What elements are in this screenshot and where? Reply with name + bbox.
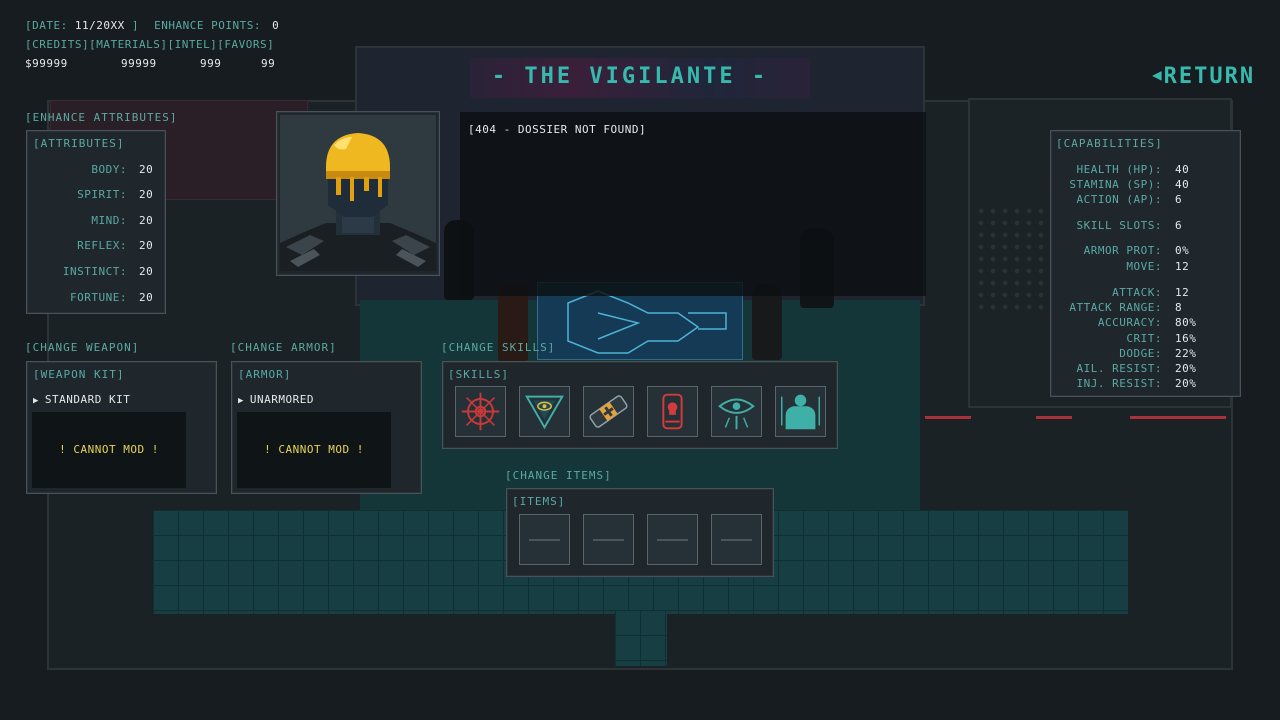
- weapon-selected: STANDARD KIT: [44, 393, 131, 406]
- capability-row: CRIT: 16%: [1126, 332, 1197, 345]
- skill-slot-3[interactable]: [583, 386, 634, 437]
- weapon-panel: [WEAPON KIT] ▶ STANDARD KIT ! CANNOT MOD …: [26, 361, 217, 494]
- attribute-row-instinct[interactable]: INSTINCT: 20: [27, 265, 165, 279]
- skill-slot-6[interactable]: [775, 386, 826, 437]
- attributes-panel-label: [ATTRIBUTES]: [33, 137, 125, 150]
- weapon-mod-box: ! CANNOT MOD !: [32, 412, 186, 488]
- capability-row: HEALTH (HP): 40: [1076, 163, 1190, 176]
- weapon-selector[interactable]: ▶ STANDARD KIT: [33, 393, 130, 406]
- skill-slot-2[interactable]: [519, 386, 570, 437]
- date-line: [DATE: 11/20XX ] ENHANCE POINTS: 0: [25, 19, 279, 32]
- change-weapon-label: [CHANGE WEAPON]: [25, 341, 140, 354]
- attribute-row-fortune[interactable]: FORTUNE: 20: [27, 291, 165, 305]
- capability-row: ACTION (AP): 6: [1076, 193, 1183, 206]
- intel-value: 999: [200, 57, 222, 70]
- capability-row: ATTACK RANGE: 8: [1069, 301, 1183, 314]
- capabilities-panel-label: [CAPABILITIES]: [1056, 137, 1163, 150]
- skill-slot-5[interactable]: [711, 386, 762, 437]
- item-slot-4[interactable]: [711, 514, 762, 565]
- weapon-mod-text: ! CANNOT MOD !: [59, 443, 159, 456]
- capability-row: STAMINA (SP): 40: [1069, 178, 1190, 191]
- items-panel: [ITEMS]: [506, 488, 774, 577]
- item-slot-2[interactable]: [583, 514, 634, 565]
- character-portrait: [276, 111, 440, 276]
- watching-eye-icon: [718, 398, 755, 430]
- capability-row: ARMOR PROT: 0%: [1083, 244, 1190, 257]
- resources-label: [CREDITS][MATERIALS][INTEL][FAVORS]: [25, 38, 275, 51]
- materials-value: 99999: [121, 57, 157, 70]
- attribute-row-mind[interactable]: MIND: 20: [27, 214, 165, 228]
- skull-capsule-icon: [662, 393, 683, 430]
- capability-row: SKILL SLOTS: 6: [1076, 219, 1183, 232]
- armor-selected: UNARMORED: [249, 393, 315, 406]
- skill-slot-1[interactable]: [455, 386, 506, 437]
- capability-row: INJ. RESIST: 20%: [1076, 377, 1197, 390]
- date-close: ]: [131, 19, 139, 32]
- red-light-right: [1130, 416, 1226, 419]
- character-title: - THE VIGILANTE -: [491, 64, 769, 89]
- armor-panel: [ARMOR] ▶ UNARMORED ! CANNOT MOD !: [231, 361, 422, 494]
- vigilante-portrait-icon: [280, 115, 436, 271]
- red-light-mid: [1036, 416, 1072, 419]
- enhance-points-value: 0: [272, 19, 280, 32]
- attributes-panel: [ATTRIBUTES] BODY: 20 SPIRIT: 20 MIND: 20 R…: [26, 130, 166, 314]
- grid-screen: [975, 205, 1055, 315]
- capability-row: DODGE: 22%: [1119, 347, 1197, 360]
- change-armor-label: [CHANGE ARMOR]: [230, 341, 337, 354]
- attribute-row-spirit[interactable]: SPIRIT: 20: [27, 188, 165, 202]
- item-slot-3[interactable]: [647, 514, 698, 565]
- weapon-panel-label: [WEAPON KIT]: [33, 368, 125, 381]
- armor-panel-label: [ARMOR]: [238, 368, 292, 381]
- change-items-label: [CHANGE ITEMS]: [505, 469, 612, 482]
- enhance-points-label: ENHANCE POINTS:: [154, 19, 261, 32]
- triangle-right-icon: ▶: [33, 396, 39, 406]
- arrow-left-icon: ◀: [1152, 65, 1164, 84]
- credits-value: $99999: [25, 57, 68, 70]
- triangle-right-icon: ▶: [238, 396, 244, 406]
- return-button[interactable]: ◀RETURN: [1152, 64, 1255, 89]
- capabilities-panel: [CAPABILITIES] HEALTH (HP): 40 STAMINA (S…: [1050, 130, 1241, 397]
- floor-strip: [615, 610, 667, 666]
- item-slot-1[interactable]: [519, 514, 570, 565]
- capability-row: ACCURACY: 80%: [1097, 316, 1197, 329]
- bandage-icon: [589, 395, 628, 428]
- enhance-attributes-label: [ENHANCE ATTRIBUTES]: [25, 111, 178, 124]
- date-label: [DATE:: [25, 19, 68, 32]
- capability-row: AIL. RESIST: 20%: [1076, 362, 1197, 375]
- armor-selector[interactable]: ▶ UNARMORED: [238, 393, 314, 406]
- figure-aura-icon: [781, 394, 820, 430]
- change-skills-label: [CHANGE SKILLS]: [441, 341, 556, 354]
- attribute-row-body[interactable]: BODY: 20: [27, 163, 165, 177]
- skill-slot-4[interactable]: [647, 386, 698, 437]
- capability-row: MOVE: 12: [1126, 260, 1190, 273]
- armor-mod-box: ! CANNOT MOD !: [237, 412, 391, 488]
- return-label: RETURN: [1163, 64, 1256, 89]
- crosshair-icon: [461, 392, 500, 431]
- favors-value: 99: [261, 57, 276, 70]
- skills-panel: [SKILLS]: [442, 361, 838, 449]
- capability-row: ATTACK: 12: [1112, 286, 1190, 299]
- dossier-text: [404 - DOSSIER NOT FOUND]: [468, 123, 647, 136]
- red-light-left: [925, 416, 971, 419]
- items-panel-label: [ITEMS]: [512, 495, 566, 508]
- dossier-panel: [404 - DOSSIER NOT FOUND]: [460, 112, 926, 296]
- attribute-row-reflex[interactable]: REFLEX: 20: [27, 239, 165, 253]
- armor-mod-text: ! CANNOT MOD !: [264, 443, 364, 456]
- date-value: 11/20XX: [74, 19, 125, 32]
- skills-panel-label: [SKILLS]: [448, 368, 509, 381]
- pyramid-eye-icon: [525, 395, 564, 430]
